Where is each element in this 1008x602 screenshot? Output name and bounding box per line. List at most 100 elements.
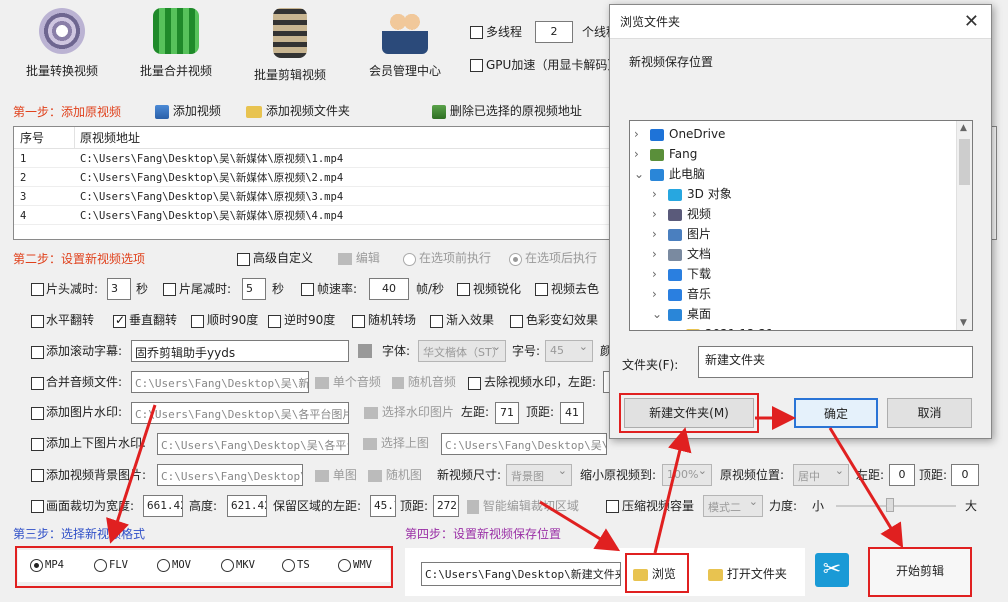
tail-cut-input[interactable]: 5 bbox=[242, 278, 266, 300]
toolbar-member-center[interactable]: 会员管理中心 bbox=[355, 8, 455, 79]
tree-item[interactable]: › OneDrive bbox=[634, 124, 725, 144]
chevron-right-icon[interactable]: › bbox=[652, 244, 666, 264]
compress-checkbox[interactable] bbox=[606, 499, 619, 513]
smart-crop-button[interactable]: 智能编辑裁切区域 bbox=[467, 497, 579, 515]
save-path-input[interactable]: C:\Users\Fang\Desktop\新建文件夹 bbox=[421, 562, 621, 586]
crop-height-input[interactable]: 621.420 bbox=[227, 495, 267, 517]
hflip-checkbox[interactable] bbox=[31, 314, 44, 328]
toolbar-batch-convert[interactable]: 批量转换视频 bbox=[12, 8, 112, 79]
gpu-checkbox[interactable] bbox=[470, 58, 483, 72]
chevron-right-icon[interactable]: › bbox=[652, 204, 666, 224]
sharpen-checkbox[interactable] bbox=[457, 282, 470, 296]
tree-item[interactable]: › 音乐 bbox=[652, 284, 711, 304]
size-select[interactable]: 45 bbox=[545, 340, 593, 362]
tree-item[interactable]: › 下载 bbox=[652, 264, 711, 284]
shrink-select[interactable]: 100% bbox=[662, 464, 712, 486]
multithread-checkbox[interactable] bbox=[470, 25, 483, 39]
tree-item[interactable]: › 3D 对象 bbox=[652, 184, 732, 204]
fps-checkbox[interactable] bbox=[301, 282, 314, 296]
bg-top-input[interactable]: 0 bbox=[951, 464, 979, 486]
head-cut-input[interactable]: 3 bbox=[107, 278, 131, 300]
pos-select[interactable]: 居中 bbox=[793, 464, 849, 486]
close-icon[interactable]: ✕ bbox=[964, 5, 979, 39]
fps-input[interactable]: 40 bbox=[369, 278, 409, 300]
table-row[interactable]: 2 C:\Users\Fang\Desktop\吴\新媒体\原视频\2.mp4 bbox=[14, 168, 612, 187]
folder-name-input[interactable]: 新建文件夹 bbox=[698, 346, 973, 378]
open-folder-button[interactable]: 打开文件夹 bbox=[708, 562, 787, 586]
tree-scrollbar[interactable]: ▲ ▼ bbox=[956, 121, 972, 330]
chevron-down-icon[interactable]: ⌄ bbox=[652, 304, 666, 324]
chevron-right-icon[interactable]: › bbox=[634, 144, 648, 164]
chevron-right-icon[interactable]: › bbox=[634, 124, 648, 144]
scroll-thumb[interactable] bbox=[959, 139, 970, 185]
bg-left-input[interactable]: 0 bbox=[889, 464, 915, 486]
tb-img-checkbox[interactable] bbox=[31, 437, 44, 451]
random-audio-button[interactable]: 随机音频 bbox=[392, 373, 456, 391]
tree-item[interactable]: › 文档 bbox=[652, 244, 711, 264]
scroll-down-icon[interactable]: ▼ bbox=[960, 318, 967, 328]
random-img-button[interactable]: 随机图 bbox=[368, 466, 422, 484]
vflip-checkbox[interactable] bbox=[113, 313, 126, 328]
tree-item[interactable]: › 图片 bbox=[652, 224, 711, 244]
delete-selected-button[interactable]: 删除已选择的原视频地址 bbox=[432, 102, 582, 119]
tb-img-path1-input[interactable]: C:\Users\Fang\Desktop\吴\各平台图 bbox=[157, 433, 349, 455]
advanced-checkbox[interactable] bbox=[237, 252, 250, 266]
chevron-right-icon[interactable]: › bbox=[652, 264, 666, 284]
single-audio-button[interactable]: 单个音频 bbox=[315, 373, 381, 391]
chevron-down-icon[interactable]: ⌄ bbox=[634, 164, 648, 184]
bg-img-path-input[interactable]: C:\Users\Fang\Desktop\吴 bbox=[157, 464, 303, 486]
fade-checkbox[interactable] bbox=[430, 314, 443, 328]
keep-left-input[interactable]: 45.7 bbox=[370, 495, 396, 517]
video-list-table[interactable]: 序号 原视频地址 1 C:\Users\Fang\Desktop\吴\新媒体\原… bbox=[13, 126, 613, 240]
choose-top-button[interactable]: 选择上图 bbox=[363, 434, 429, 452]
merge-audio-checkbox[interactable] bbox=[31, 376, 44, 390]
tb-img-path2-input[interactable]: C:\Users\Fang\Desktop\吴\各 bbox=[441, 433, 607, 455]
tail-cut-checkbox[interactable] bbox=[163, 282, 176, 296]
remove-wm-checkbox[interactable] bbox=[468, 376, 481, 390]
tree-item[interactable]: 2021.12.21 bbox=[670, 324, 774, 330]
head-cut-checkbox[interactable] bbox=[31, 282, 44, 296]
compress-mode-select[interactable]: 模式二 bbox=[703, 495, 763, 517]
force-slider-track[interactable] bbox=[836, 505, 956, 507]
after-radio[interactable] bbox=[509, 252, 522, 266]
add-folder-button[interactable]: 添加视频文件夹 bbox=[246, 102, 350, 119]
wm-top-input[interactable]: 41 bbox=[560, 402, 584, 424]
before-radio[interactable] bbox=[403, 252, 416, 266]
chevron-right-icon[interactable]: › bbox=[652, 224, 666, 244]
ok-button[interactable]: 确定 bbox=[794, 398, 878, 428]
scroll-up-icon[interactable]: ▲ bbox=[960, 123, 967, 133]
bg-img-checkbox[interactable] bbox=[31, 468, 44, 482]
tree-item[interactable]: ⌄ 桌面 bbox=[652, 304, 711, 324]
toolbar-batch-merge[interactable]: 批量合并视频 bbox=[126, 8, 226, 79]
ccw90-checkbox[interactable] bbox=[268, 314, 281, 328]
wm-left-input[interactable]: 71 bbox=[495, 402, 519, 424]
choose-wm-button[interactable]: 选择水印图片 bbox=[364, 403, 454, 421]
img-wm-path-input[interactable]: C:\Users\Fang\Desktop\吴\各平台图片及 bbox=[131, 402, 349, 424]
tree-item[interactable]: › Fang bbox=[634, 144, 697, 164]
toolbar-batch-edit[interactable]: 批量剪辑视频 bbox=[240, 8, 340, 83]
decolor-checkbox[interactable] bbox=[535, 282, 548, 296]
tree-item[interactable]: ⌄ 此电脑 bbox=[634, 164, 705, 184]
tree-item[interactable]: › 视频 bbox=[652, 204, 711, 224]
thread-count-input[interactable]: 2 bbox=[535, 21, 573, 43]
crop-checkbox[interactable] bbox=[31, 499, 44, 513]
random-trans-checkbox[interactable] bbox=[352, 314, 365, 328]
audio-path-input[interactable]: C:\Users\Fang\Desktop\吴\新媒体 bbox=[131, 371, 309, 393]
scroll-sub-checkbox[interactable] bbox=[31, 345, 44, 359]
cw90-checkbox[interactable] bbox=[191, 314, 204, 328]
crop-width-input[interactable]: 661.420 bbox=[143, 495, 183, 517]
scroll-sub-input[interactable]: 固乔剪辑助手yyds bbox=[131, 340, 349, 362]
chevron-right-icon[interactable]: › bbox=[652, 284, 666, 304]
add-video-button[interactable]: 添加视频 bbox=[155, 102, 221, 119]
force-slider-handle[interactable] bbox=[886, 498, 894, 512]
new-size-select[interactable]: 背景图 bbox=[506, 464, 572, 486]
table-row[interactable]: 3 C:\Users\Fang\Desktop\吴\新媒体\原视频\3.mp4 bbox=[14, 187, 612, 206]
font-select[interactable]: 华文楷体（ST） bbox=[418, 340, 506, 362]
keep-top-input[interactable]: 272. bbox=[433, 495, 459, 517]
edit-button[interactable]: 编辑 bbox=[338, 249, 380, 267]
folder-tree[interactable]: › OneDrive › Fang ⌄ 此电脑 › 3D 对象 › 视频 › 图片 › 文档 › 下载 › 音乐 ⌄… bbox=[629, 120, 973, 331]
img-wm-checkbox[interactable] bbox=[31, 406, 44, 420]
color-fx-checkbox[interactable] bbox=[510, 314, 523, 328]
single-img-button[interactable]: 单图 bbox=[315, 466, 357, 484]
chevron-right-icon[interactable]: › bbox=[652, 184, 666, 204]
